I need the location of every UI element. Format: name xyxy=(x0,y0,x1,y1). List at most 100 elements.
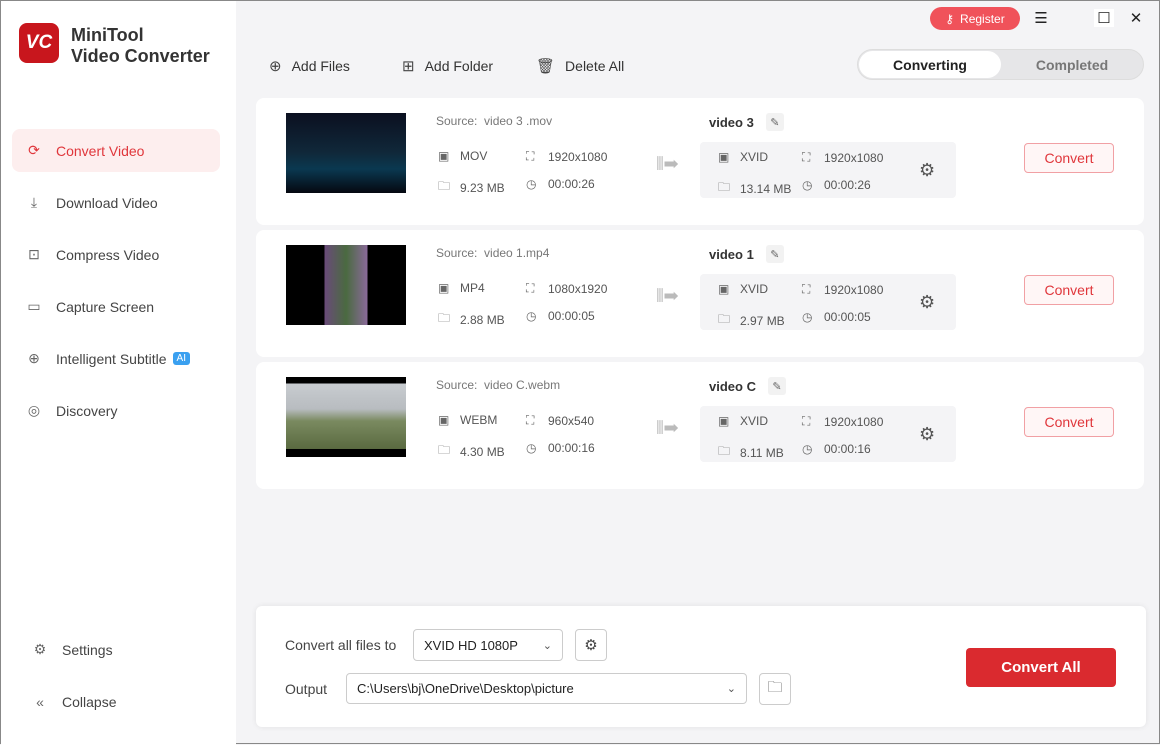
out-size: 🗀 13.14 MB xyxy=(718,178,791,199)
output-name-label: video 3 xyxy=(709,114,754,130)
sidebar: VC MiniTool Video Converter ⟳ Convert Vide… xyxy=(1,1,236,745)
format-settings-button[interactable]: ⚙ xyxy=(575,629,607,661)
format-value: MOV xyxy=(460,149,488,163)
output-path-select[interactable]: C:\Users\bj\OneDrive\Desktop\picture ⌄ xyxy=(346,673,747,704)
out-format-value: XVID xyxy=(740,150,769,164)
video-thumbnail xyxy=(286,245,406,325)
chevron-down-icon: ⌄ xyxy=(726,683,736,695)
download-icon: ⤓ xyxy=(30,194,38,210)
out-duration-value: 00:00:26 xyxy=(824,178,871,192)
size: 🗀 4.30 MB xyxy=(438,441,505,462)
app-title-line2: Video Converter xyxy=(71,46,210,66)
camera-icon: ▭ xyxy=(27,298,41,314)
add-folder-label: Add Folder xyxy=(424,58,494,74)
convert-button[interactable]: Convert xyxy=(1024,143,1114,173)
source-label: Source: xyxy=(436,246,478,260)
file-card: Source: video 1.mp4 ▣ MP4 ⛶ 1080x1920 🗀 2.88 M… xyxy=(256,230,1144,357)
size-value: 9.23 MB xyxy=(460,180,505,195)
convert-all-button[interactable]: Convert All xyxy=(966,648,1116,687)
tab-completed[interactable]: Completed xyxy=(1001,51,1143,78)
edit-icon[interactable]: ✎ xyxy=(765,113,784,131)
folder-icon: 🗀 xyxy=(438,311,451,325)
app-logo: VC xyxy=(19,23,59,63)
folder-icon: 🗀 xyxy=(438,179,451,193)
clock-icon: ◷ xyxy=(526,177,537,191)
convert-button[interactable]: Convert xyxy=(1024,407,1114,437)
register-button[interactable]: ⚷ Register xyxy=(930,7,1020,30)
add-folder-button[interactable]: ⊞ Add Folder xyxy=(402,57,493,75)
output-name: video C ✎ xyxy=(709,377,786,395)
output-name-label: video 1 xyxy=(709,246,754,262)
resolution-icon: ⛶ xyxy=(526,149,535,163)
out-duration-value: 00:00:16 xyxy=(824,442,871,456)
sidebar-item-capture-screen[interactable]: ▭ Capture Screen xyxy=(12,285,220,328)
resolution-icon: ⛶ xyxy=(802,282,811,296)
out-resolution-value: 1920x1080 xyxy=(824,282,884,297)
format: ▣ WEBM xyxy=(438,413,497,427)
source-line: Source: video 3 .mov xyxy=(436,114,552,128)
sidebar-item-label: Download Video xyxy=(56,194,158,211)
out-format: ▣ XVID xyxy=(718,414,768,428)
settings-label: Settings xyxy=(62,641,113,658)
folder-icon: 🗀 xyxy=(767,678,783,696)
source-line: Source: video C.webm xyxy=(436,378,560,392)
sidebar-item-convert-video[interactable]: ⟳ Convert Video xyxy=(12,129,220,172)
duration: ◷ 00:00:16 xyxy=(526,441,595,455)
output-settings-icon[interactable]: ⚙ xyxy=(919,424,935,445)
browse-folder-button[interactable]: 🗀 xyxy=(759,673,791,705)
sidebar-item-intelligent-subtitle[interactable]: ⊕ Intelligent Subtitle AI xyxy=(12,337,220,380)
edit-icon[interactable]: ✎ xyxy=(765,245,784,263)
target-format-select[interactable]: XVID HD 1080P ⌄ xyxy=(413,629,563,661)
clock-icon: ◷ xyxy=(802,178,813,192)
register-label: Register xyxy=(960,11,1005,26)
output-label: Output xyxy=(285,681,328,697)
sidebar-item-compress-video[interactable]: ⊡ Compress Video xyxy=(12,233,220,276)
output-name: video 1 ✎ xyxy=(709,245,784,263)
resolution-value: 1080x1920 xyxy=(548,281,608,296)
resolution-icon: ⛶ xyxy=(802,150,811,164)
file-card: Source: video 3 .mov ▣ MOV ⛶ 1920x1080 🗀 9.23 … xyxy=(256,98,1144,225)
video-thumbnail xyxy=(286,113,406,193)
out-duration: ◷ 00:00:26 xyxy=(802,178,871,192)
convert-arrow-icon: ⦀➡ xyxy=(656,418,679,438)
clock-icon: ◷ xyxy=(802,442,813,456)
out-duration: ◷ 00:00:05 xyxy=(802,310,871,324)
settings-button[interactable]: ⚙ Settings xyxy=(12,628,220,671)
out-resolution: ⛶ 1920x1080 xyxy=(802,414,883,429)
output-name: video 3 ✎ xyxy=(709,113,784,131)
duration: ◷ 00:00:26 xyxy=(526,177,595,191)
source-label: Source: xyxy=(436,114,478,128)
sidebar-item-label: Convert Video xyxy=(56,142,145,159)
output-path-value: C:\Users\bj\OneDrive\Desktop\picture xyxy=(357,681,574,696)
source-line: Source: video 1.mp4 xyxy=(436,246,549,260)
sidebar-item-discovery[interactable]: ◎ Discovery xyxy=(12,389,220,432)
video-file-icon: ▣ xyxy=(718,282,730,296)
resolution-icon: ⛶ xyxy=(802,414,811,428)
maximize-icon[interactable]: ☐ xyxy=(1094,9,1114,27)
delete-all-button[interactable]: 🗑 Delete All xyxy=(536,57,624,75)
size: 🗀 9.23 MB xyxy=(438,177,505,198)
size: 🗀 2.88 MB xyxy=(438,309,505,330)
status-tabs: Converting Completed xyxy=(857,49,1144,80)
out-duration: ◷ 00:00:16 xyxy=(802,442,871,456)
sidebar-item-download-video[interactable]: ⤓ Download Video xyxy=(12,181,220,224)
out-format: ▣ XVID xyxy=(718,282,768,296)
tab-converting[interactable]: Converting xyxy=(859,51,1001,78)
resolution-icon: ⛶ xyxy=(526,413,535,427)
sidebar-item-label: Compress Video xyxy=(56,246,160,263)
file-card: Source: video C.webm ▣ WEBM ⛶ 960x540 🗀 4.30 M… xyxy=(256,362,1144,489)
menu-icon[interactable]: ☰ xyxy=(1031,9,1051,27)
resolution: ⛶ 1920x1080 xyxy=(526,149,607,164)
collapse-button[interactable]: « Collapse xyxy=(12,680,220,723)
output-settings-icon[interactable]: ⚙ xyxy=(919,160,935,181)
close-icon[interactable]: ✕ xyxy=(1126,9,1146,27)
video-file-icon: ▣ xyxy=(718,414,730,428)
out-size-value: 2.97 MB xyxy=(740,313,785,328)
output-settings-icon[interactable]: ⚙ xyxy=(919,292,935,313)
folder-icon: 🗀 xyxy=(438,443,451,457)
convert-button[interactable]: Convert xyxy=(1024,275,1114,305)
add-files-button[interactable]: ⊕ Add Files xyxy=(269,57,350,75)
edit-icon[interactable]: ✎ xyxy=(767,377,786,395)
out-size-value: 8.11 MB xyxy=(740,445,784,460)
out-size: 🗀 8.11 MB xyxy=(718,442,784,463)
